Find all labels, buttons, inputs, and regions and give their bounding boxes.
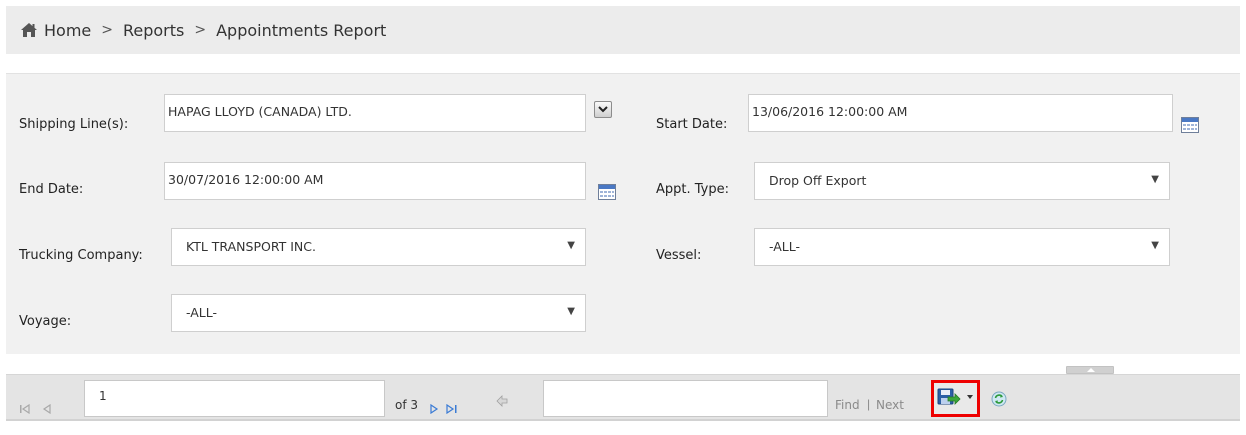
find-link[interactable]: Find xyxy=(835,398,860,412)
breadcrumb-home[interactable]: Home xyxy=(44,21,91,40)
end-date-label: End Date: xyxy=(19,182,84,197)
back-icon[interactable] xyxy=(496,395,508,407)
start-date-calendar-icon[interactable] xyxy=(1181,117,1199,133)
breadcrumb-separator: > xyxy=(194,22,207,38)
shipping-line-label: Shipping Line(s): xyxy=(19,117,129,132)
chevron-down-icon xyxy=(967,395,973,399)
report-parameters-panel: Shipping Line(s): HAPAG LLOYD (CANADA) L… xyxy=(6,73,1240,354)
shipping-line-dropdown-button[interactable] xyxy=(594,101,612,118)
chevron-down-icon xyxy=(598,106,608,113)
breadcrumb-separator: > xyxy=(101,22,113,38)
current-page-input[interactable]: 1 xyxy=(84,380,385,417)
breadcrumb-current: Appointments Report xyxy=(216,20,387,40)
start-date-field[interactable]: 13/06/2016 12:00:00 AM xyxy=(748,94,1173,132)
breadcrumb: Home > Reports > Appointments Report xyxy=(6,6,1240,54)
trucking-company-select[interactable]: KTL TRANSPORT INC. ▼ xyxy=(171,228,586,266)
find-separator: | xyxy=(867,397,871,411)
voyage-select[interactable]: -ALL- ▼ xyxy=(171,294,586,332)
trucking-company-label: Trucking Company: xyxy=(19,248,143,263)
export-icon xyxy=(937,388,961,405)
vessel-label: Vessel: xyxy=(656,248,702,263)
breadcrumb-reports[interactable]: Reports xyxy=(123,21,184,40)
collapse-parameters-handle[interactable] xyxy=(1066,366,1114,374)
page-total-text: of 3 xyxy=(395,398,419,412)
appt-type-label: Appt. Type: xyxy=(656,182,729,197)
export-button[interactable] xyxy=(931,380,980,417)
last-page-icon[interactable] xyxy=(446,404,458,414)
next-page-icon[interactable] xyxy=(429,404,439,414)
next-link[interactable]: Next xyxy=(876,398,904,412)
shipping-line-field[interactable]: HAPAG LLOYD (CANADA) LTD. xyxy=(164,94,586,132)
refresh-icon[interactable] xyxy=(991,391,1007,407)
end-date-calendar-icon[interactable] xyxy=(598,184,616,200)
voyage-label: Voyage: xyxy=(19,314,72,329)
end-date-field[interactable]: 30/07/2016 12:00:00 AM xyxy=(164,162,586,200)
find-text-input[interactable] xyxy=(543,380,828,417)
vessel-select[interactable]: -ALL- ▼ xyxy=(754,228,1170,266)
start-date-label: Start Date: xyxy=(656,117,728,132)
appt-type-select[interactable]: Drop Off Export ▼ xyxy=(754,162,1170,200)
home-icon[interactable] xyxy=(20,22,38,38)
dropdown-arrow-icon: ▼ xyxy=(1151,174,1159,185)
dropdown-arrow-icon: ▼ xyxy=(1151,240,1159,251)
report-toolbar: 1 of 3 Find | Next xyxy=(6,374,1240,421)
first-page-icon[interactable] xyxy=(20,404,30,414)
dropdown-arrow-icon: ▼ xyxy=(567,240,575,251)
previous-page-icon[interactable] xyxy=(42,404,52,414)
dropdown-arrow-icon: ▼ xyxy=(567,306,575,317)
